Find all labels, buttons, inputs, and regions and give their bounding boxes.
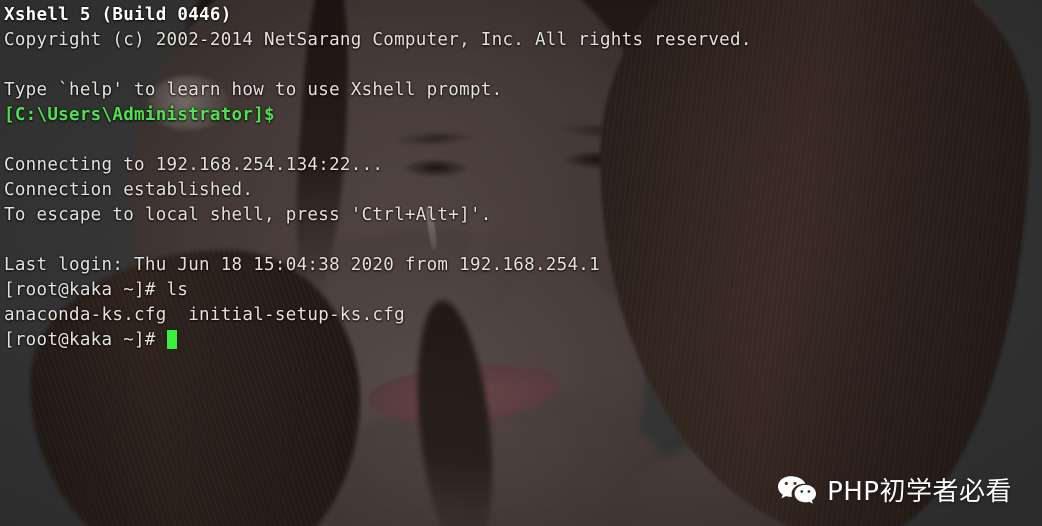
terminal-line: [root@kaka ~]#	[4, 328, 1042, 353]
watermark: PHP初学者必看	[777, 471, 1012, 508]
terminal-line: Copyright (c) 2002-2014 NetSarang Comput…	[4, 30, 752, 50]
watermark-text: PHP初学者必看	[827, 477, 1012, 507]
terminal-line: Connecting to 192.168.254.134:22...	[4, 155, 384, 175]
terminal-line: Connection established.	[4, 180, 254, 200]
terminal-line: [C:\Users\Administrator]$	[4, 105, 275, 125]
terminal-line: To escape to local shell, press 'Ctrl+Al…	[4, 205, 492, 225]
terminal-output-area[interactable]: Xshell 5 (Build 0446) Copyright (c) 2002-…	[0, 0, 1042, 526]
terminal-line: anaconda-ks.cfg initial-setup-ks.cfg	[4, 305, 405, 325]
xshell-terminal-window: Xshell 5 (Build 0446) Copyright (c) 2002-…	[0, 0, 1042, 526]
terminal-line: Xshell 5 (Build 0446)	[4, 5, 232, 25]
terminal-line: Last login: Thu Jun 18 15:04:38 2020 fro…	[4, 255, 600, 275]
terminal-line: Type `help' to learn how to use Xshell p…	[4, 80, 503, 100]
terminal-prompt-text: [root@kaka ~]#	[4, 330, 167, 350]
wechat-icon	[777, 475, 817, 505]
terminal-cursor[interactable]	[166, 330, 177, 349]
terminal-line: [root@kaka ~]# ls	[4, 280, 189, 300]
